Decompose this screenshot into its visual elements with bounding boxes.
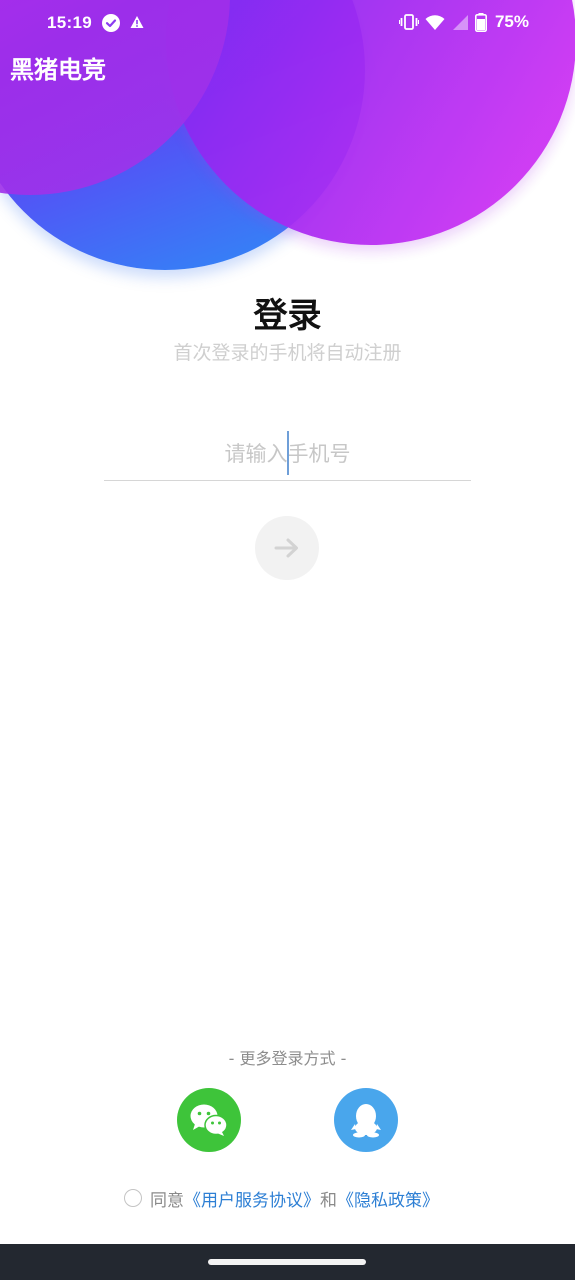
submit-button[interactable] <box>255 516 319 580</box>
vibrate-icon <box>398 14 419 30</box>
arrow-right-icon <box>274 538 298 558</box>
check-circle-icon <box>102 14 120 32</box>
status-time: 15:19 <box>47 13 92 32</box>
status-right-group: 75% <box>398 12 529 32</box>
battery-percent: 75% <box>494 12 529 31</box>
agreement-row: 同意 《用户服务协议》 和 《隐私政策》 <box>124 1186 439 1211</box>
warning-icon <box>130 16 144 28</box>
battery-icon <box>474 12 487 32</box>
status-bar: 15:19 75% <box>0 0 575 48</box>
agreement-conjunction: 和 <box>320 1190 337 1211</box>
signal-icon <box>452 14 468 30</box>
text-caret <box>287 431 289 475</box>
login-subtitle: 首次登录的手机将自动注册 <box>173 342 402 364</box>
app-title: 黑猪电竞 <box>10 56 106 84</box>
wifi-icon <box>425 14 445 30</box>
qq-icon <box>351 1104 381 1138</box>
login-title: 登录 <box>253 296 322 336</box>
more-login-label: - 更多登录方式 - <box>228 1049 347 1068</box>
qq-login-button[interactable] <box>334 1088 398 1152</box>
wechat-login-button[interactable] <box>177 1088 241 1152</box>
user-agreement-link[interactable]: 《用户服务协议》 <box>184 1186 320 1211</box>
agree-checkbox[interactable] <box>124 1189 142 1207</box>
navigation-bar <box>0 1244 575 1280</box>
home-gesture-handle[interactable] <box>208 1259 366 1265</box>
phone-field <box>104 428 471 481</box>
wechat-icon <box>190 1104 228 1136</box>
login-screen: 15:19 75% 黑猪电竞 登录 首次登录的手机将自动注册 请输入手机号 - … <box>0 0 575 1280</box>
agreement-prefix: 同意 <box>150 1190 184 1211</box>
privacy-policy-link[interactable]: 《隐私政策》 <box>337 1186 439 1211</box>
